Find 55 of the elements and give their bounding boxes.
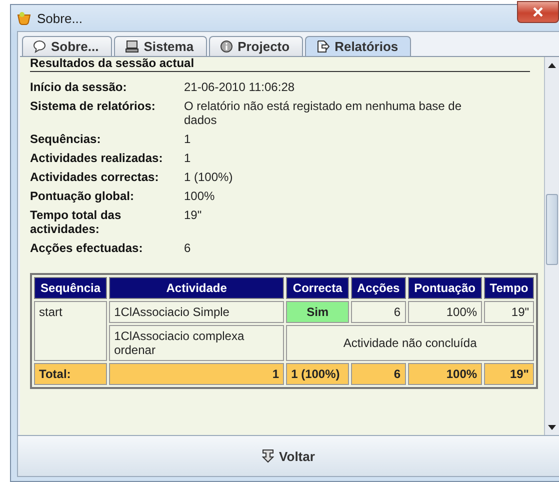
table-cell: Actividade não concluída (286, 325, 534, 361)
app-icon (17, 11, 31, 25)
field-value: 100% (184, 189, 216, 203)
table-cell: 6 (351, 301, 406, 323)
table-cell: 1 (100%) (286, 363, 350, 385)
field-label: Actividades correctas: (30, 170, 160, 184)
field-label: Pontuação global: (30, 189, 136, 203)
field-label: Acções efectuadas: (30, 241, 144, 255)
field-value: 1 (184, 132, 192, 146)
table-cell: 1 (109, 363, 284, 385)
table-cell: 1ClAssociacio Simple (109, 301, 284, 323)
close-icon (533, 7, 543, 17)
table-cell: 1ClAssociacio complexa ordenar (109, 325, 284, 361)
field-label: Sistema de relatórios: (30, 99, 156, 115)
column-header: Pontuação (408, 277, 482, 299)
field-value: O relatório não está registado em nenhuma base de dados (184, 99, 463, 127)
scrollbar[interactable] (544, 57, 559, 435)
tab[interactable]: Relatórios (304, 36, 412, 56)
table-cell: 100% (408, 301, 482, 323)
down-arrow-icon (262, 449, 274, 463)
field-label: Actividades realizadas: (30, 151, 164, 165)
close-button[interactable] (517, 1, 559, 23)
tab[interactable]: Sistema (114, 36, 207, 56)
column-header: Correcta (286, 277, 350, 299)
field-label: Sequências: (30, 132, 102, 146)
tab[interactable]: Sobre... (22, 36, 112, 56)
field-value: 1 (100%) (184, 170, 234, 184)
down-arrow-icon[interactable] (548, 424, 556, 430)
back-button[interactable]: Voltar (18, 436, 559, 476)
up-arrow-icon[interactable] (548, 62, 556, 68)
table-cell: 100% (408, 363, 482, 385)
field-label: Início da sessão: (30, 80, 128, 94)
section-title: Resultados da sessão actual (30, 57, 530, 72)
field-value: 21-06-2010 11:06:28 (184, 80, 296, 94)
table-cell: 6 (351, 363, 406, 385)
table-cell: Total: (34, 363, 108, 385)
document-arrow-icon (316, 40, 330, 53)
column-header: Tempo (484, 277, 534, 299)
field-value: 6 (184, 241, 192, 255)
computer-icon (124, 40, 139, 53)
column-header: Acções (351, 277, 406, 299)
column-header: Sequência (34, 277, 108, 299)
speech-bubble-icon (33, 40, 46, 53)
scroll-thumb[interactable] (546, 194, 558, 266)
window-title: Sobre... (37, 10, 83, 26)
field-value: 1 (184, 151, 192, 165)
info-icon (220, 40, 233, 53)
table-cell: 19" (484, 363, 534, 385)
column-header: Actividade (109, 277, 284, 299)
field-value: 19" (184, 208, 203, 224)
table-cell: Sim (286, 301, 350, 323)
tab[interactable]: Projecto (208, 36, 303, 56)
table-cell: 19" (484, 301, 534, 323)
table-cell: start (34, 301, 108, 361)
field-label: Tempo total das actividades: (30, 208, 122, 236)
